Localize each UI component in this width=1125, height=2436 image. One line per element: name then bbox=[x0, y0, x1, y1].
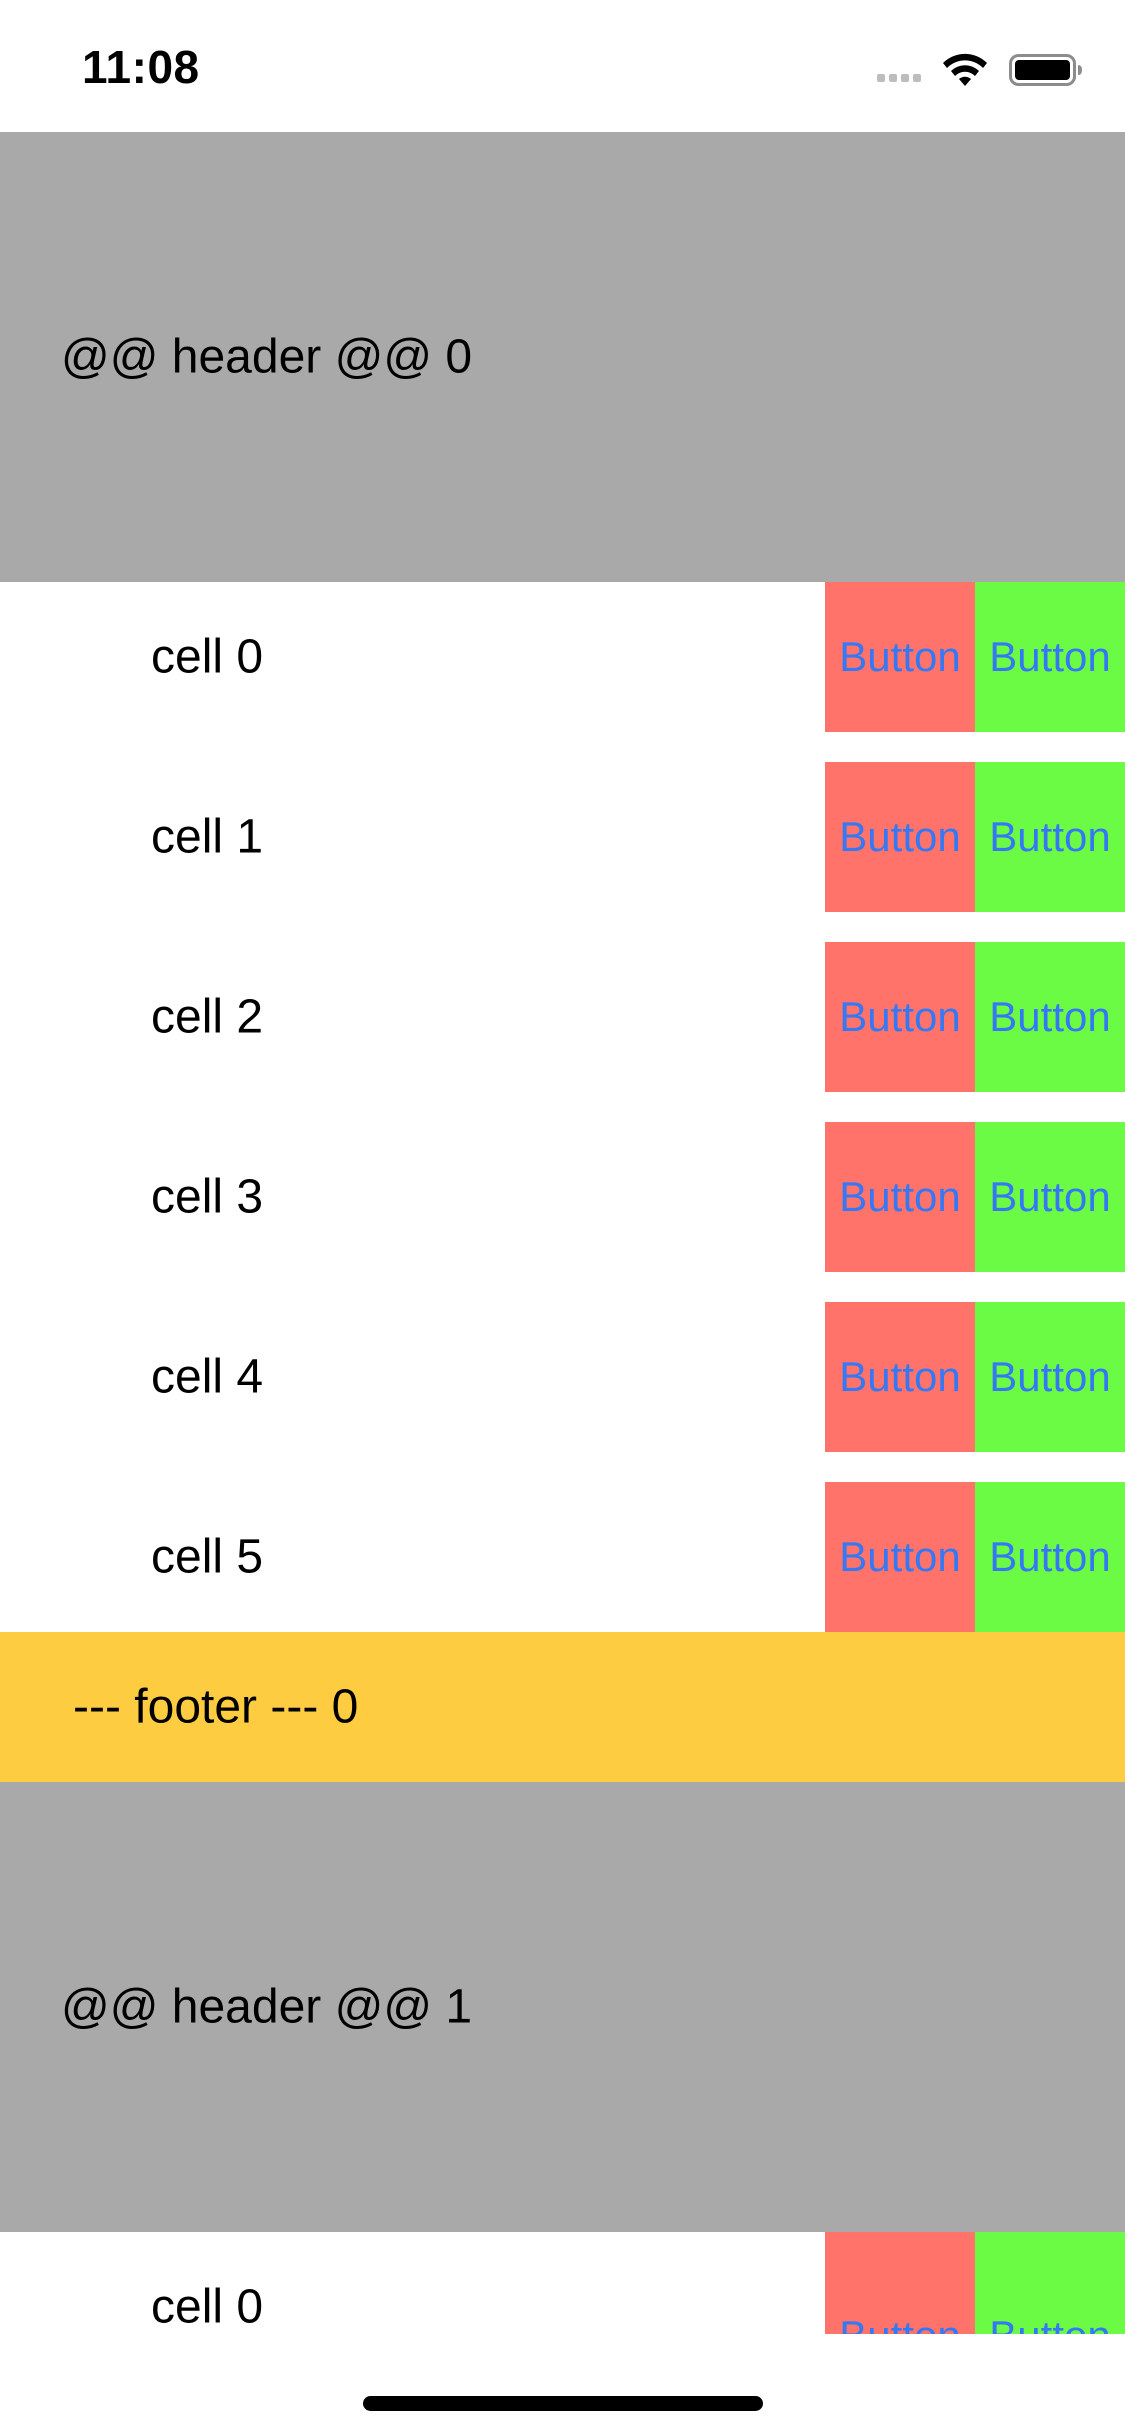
screen: 11:08 @@ header @@ 0 cell 0 Button Butto… bbox=[0, 0, 1125, 2436]
table-cell[interactable]: cell 2 Button Button bbox=[0, 942, 1125, 1092]
button-label: Button bbox=[839, 2312, 960, 2334]
red-action-button[interactable]: Button bbox=[825, 1122, 975, 1272]
status-icons bbox=[877, 50, 1083, 90]
red-action-button[interactable]: Button bbox=[825, 582, 975, 732]
green-action-button[interactable]: Button bbox=[975, 1302, 1125, 1452]
cell-label: cell 0 bbox=[151, 630, 264, 684]
status-bar: 11:08 bbox=[0, 0, 1125, 132]
red-action-button[interactable]: Button bbox=[825, 1482, 975, 1632]
section-footer-0: --- footer --- 0 bbox=[0, 1632, 1125, 1782]
red-action-button[interactable]: Button bbox=[825, 2232, 975, 2334]
green-action-button[interactable]: Button bbox=[975, 762, 1125, 912]
table-cell[interactable]: cell 3 Button Button bbox=[0, 1122, 1125, 1272]
section-header-label: @@ header @@ 1 bbox=[61, 1980, 473, 2034]
status-time: 11:08 bbox=[82, 41, 200, 93]
green-action-button[interactable]: Button bbox=[975, 1482, 1125, 1632]
cellular-signal-icon bbox=[877, 50, 921, 90]
table-cell[interactable]: cell 5 Button Button bbox=[0, 1482, 1125, 1632]
red-action-button[interactable]: Button bbox=[825, 762, 975, 912]
cell-label: cell 3 bbox=[151, 1170, 264, 1224]
wifi-icon bbox=[943, 53, 987, 86]
battery-icon bbox=[1009, 54, 1082, 86]
button-label: Button bbox=[989, 2312, 1110, 2334]
cell-label: cell 5 bbox=[151, 1530, 264, 1584]
section-header-0: @@ header @@ 0 bbox=[0, 132, 1125, 582]
cell-label: cell 0 bbox=[151, 2280, 264, 2334]
section-header-1: @@ header @@ 1 bbox=[0, 1782, 1125, 2232]
green-action-button[interactable]: Button bbox=[975, 1122, 1125, 1272]
home-indicator[interactable] bbox=[363, 2396, 763, 2411]
table-cell[interactable]: cell 1 Button Button bbox=[0, 762, 1125, 912]
green-action-button[interactable]: Button bbox=[975, 942, 1125, 1092]
table-cell[interactable]: cell 0 Button Button bbox=[0, 2232, 1125, 2382]
red-action-button[interactable]: Button bbox=[825, 1302, 975, 1452]
red-action-button[interactable]: Button bbox=[825, 942, 975, 1092]
cell-label: cell 2 bbox=[151, 990, 264, 1044]
section-header-label: @@ header @@ 0 bbox=[61, 330, 473, 384]
table-cell[interactable]: cell 0 Button Button bbox=[0, 582, 1125, 732]
section-footer-label: --- footer --- 0 bbox=[73, 1680, 359, 1734]
green-action-button[interactable]: Button bbox=[975, 2232, 1125, 2334]
cell-label: cell 1 bbox=[151, 810, 264, 864]
table-cell[interactable]: cell 4 Button Button bbox=[0, 1302, 1125, 1452]
green-action-button[interactable]: Button bbox=[975, 582, 1125, 732]
cell-label: cell 4 bbox=[151, 1350, 264, 1404]
